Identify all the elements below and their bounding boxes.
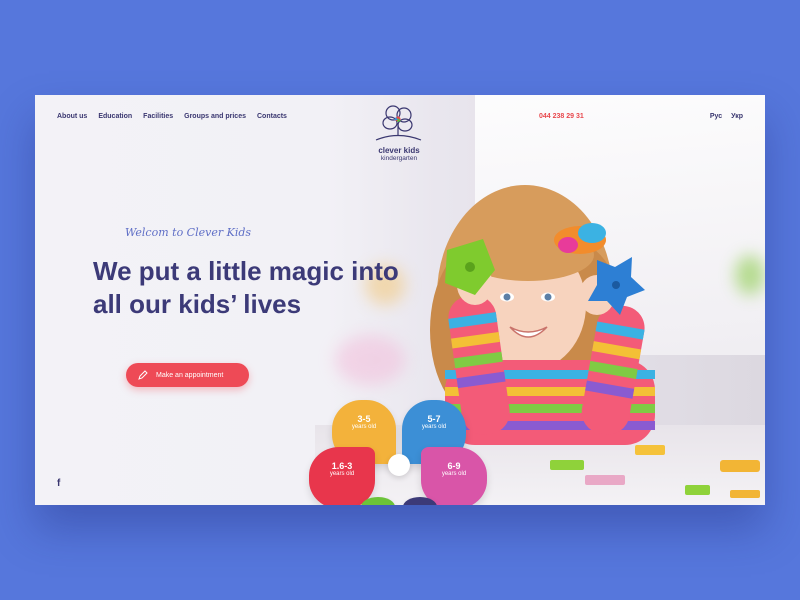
nav-education[interactable]: Education: [98, 113, 132, 120]
flower-center: [388, 454, 410, 476]
group-age: 5-7: [427, 414, 441, 424]
nav-about-us[interactable]: About us: [57, 113, 87, 120]
nav-contacts[interactable]: Contacts: [257, 113, 287, 120]
facebook-icon[interactable]: f: [57, 478, 60, 489]
group-age-label: years old: [441, 471, 467, 477]
lang-ua[interactable]: Укр: [731, 113, 743, 120]
logo-name: clever kids: [378, 146, 420, 155]
nav-facilities[interactable]: Facilities: [143, 113, 173, 120]
main-nav: About us Education Facilities Groups and…: [57, 113, 287, 120]
group-age: 6-9: [447, 461, 461, 471]
flower-logo-icon: [375, 105, 422, 141]
group-1-6-3-petal[interactable]: 1.6-3 years old: [309, 447, 375, 505]
group-age-label: years old: [421, 424, 447, 430]
girl-photo: [430, 185, 760, 498]
group-age-label: years old: [351, 424, 377, 430]
phone-number[interactable]: 044 238 29 31: [539, 113, 584, 120]
lang-ru[interactable]: Рус: [710, 113, 722, 120]
language-switcher: Рус Укр: [710, 113, 743, 120]
appointment-label: Make an appointment: [156, 371, 224, 379]
pencil-icon: [138, 370, 148, 380]
welcome-text: Welcom to Clever Kids: [125, 226, 252, 239]
logo[interactable]: clever kids kindergarten: [368, 103, 430, 162]
hero-frame: About us Education Facilities Groups and…: [35, 95, 765, 505]
make-appointment-button[interactable]: Make an appointment: [126, 363, 249, 387]
hero-headline: We put a little magic into all our kids’…: [93, 256, 399, 319]
nav-groups-prices[interactable]: Groups and prices: [184, 113, 246, 120]
logo-subtitle: kindergarten: [380, 155, 418, 162]
group-age-label: years old: [329, 471, 355, 477]
group-age: 3-5: [357, 414, 371, 424]
group-6-9-petal[interactable]: 6-9 years old: [421, 447, 487, 505]
group-age: 1.6-3: [331, 461, 353, 471]
